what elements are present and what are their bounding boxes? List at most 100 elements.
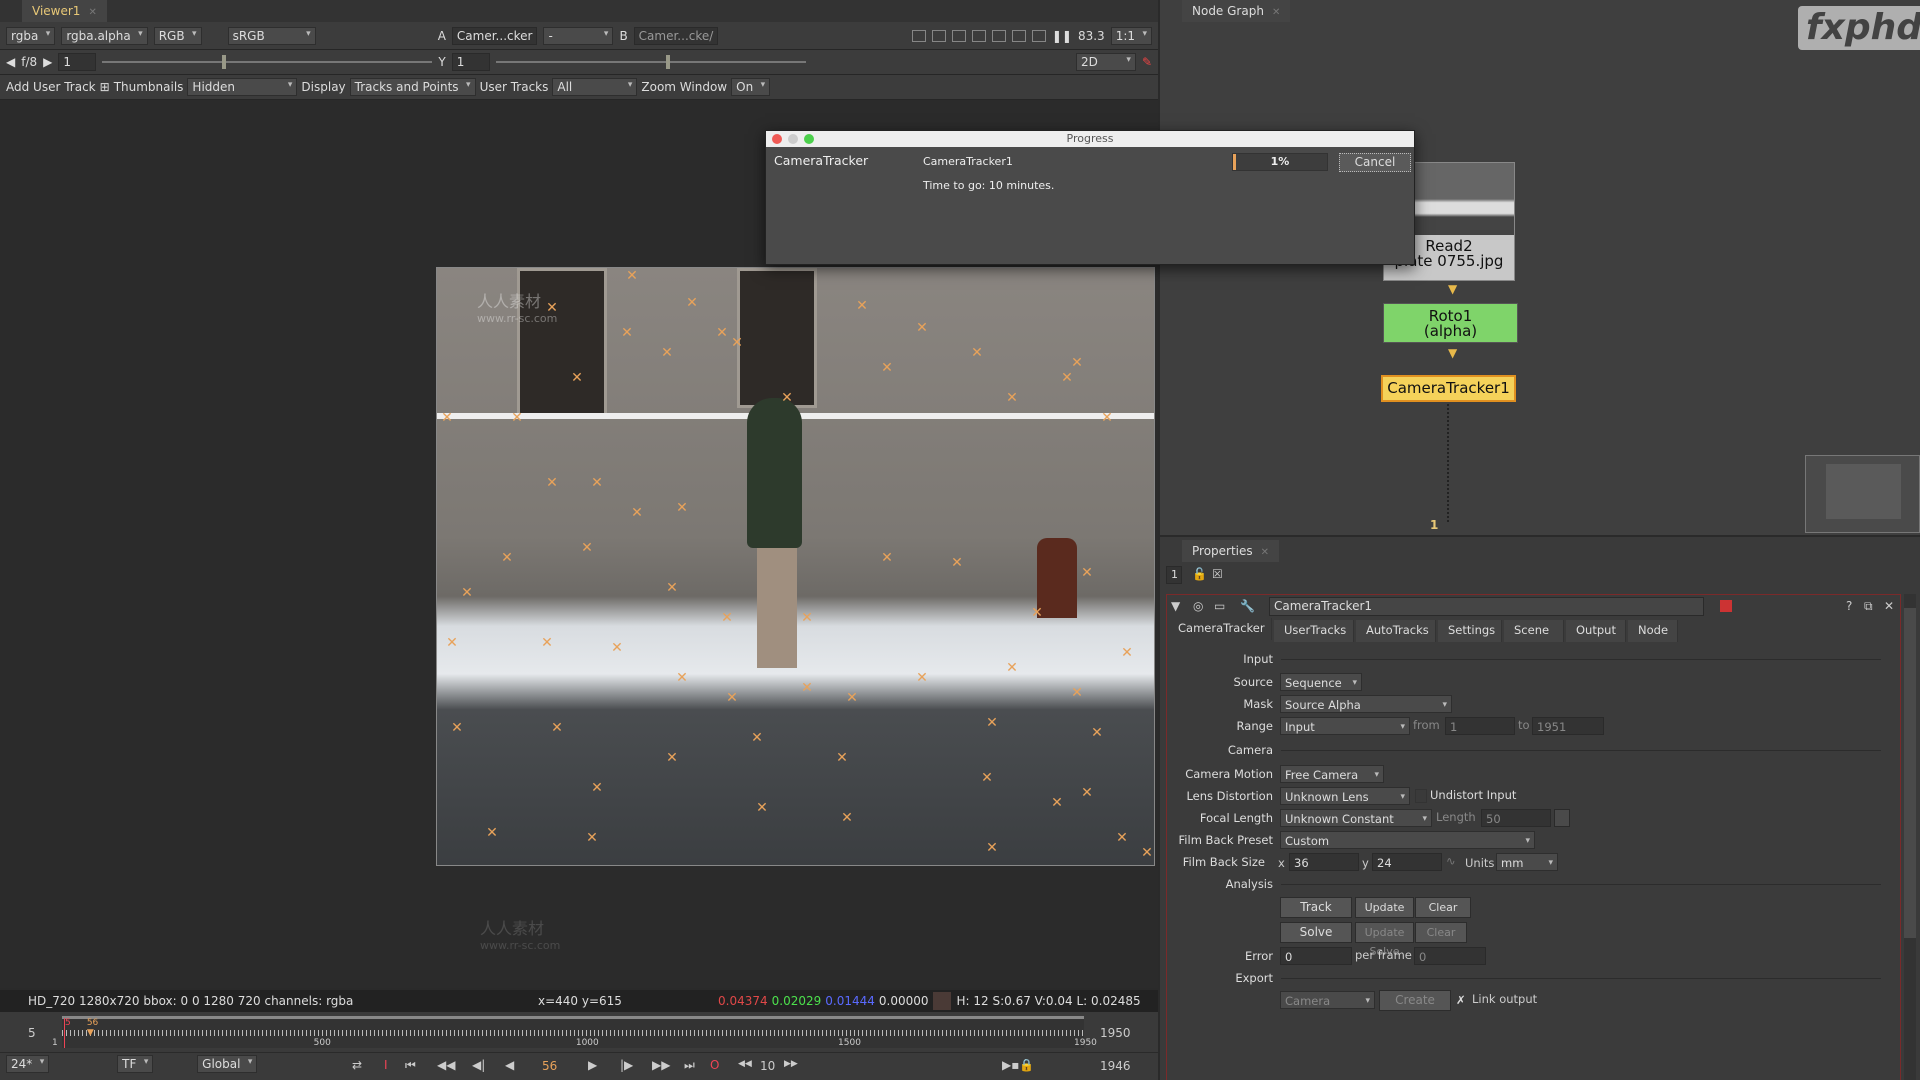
float-icon[interactable]: ⧉	[1864, 599, 1873, 614]
zoom-level[interactable]: 83.3	[1078, 29, 1105, 43]
track-marker[interactable]: ✕	[1031, 606, 1043, 620]
track-marker[interactable]: ✕	[1051, 796, 1063, 810]
track-marker[interactable]: ✕	[666, 581, 678, 595]
minimize-window-button[interactable]	[788, 134, 798, 144]
track-marker[interactable]: ✕	[551, 721, 563, 735]
track-marker[interactable]: ✕	[501, 551, 513, 565]
track-marker[interactable]: ✕	[1101, 411, 1113, 425]
camera-motion-dropdown[interactable]: Free Camera	[1280, 765, 1384, 783]
collapse-icon[interactable]: ▼	[1171, 599, 1180, 613]
clip-warning-icon[interactable]	[951, 29, 966, 42]
track-marker[interactable]: ✕	[856, 299, 868, 313]
clear-tracks-button[interactable]: Clear Tracks	[1415, 897, 1471, 933]
update-track-button[interactable]: Update Track	[1355, 897, 1414, 933]
prev-key-button[interactable]: ◀◀	[437, 1058, 455, 1072]
in-point-button[interactable]: I	[384, 1058, 388, 1072]
close-panel-icon[interactable]: ✕	[1884, 599, 1894, 613]
range-dropdown[interactable]: Input	[1280, 717, 1410, 735]
track-marker[interactable]: ✕	[916, 321, 928, 335]
tab-usertracks[interactable]: UserTracks	[1274, 620, 1354, 642]
track-marker[interactable]: ✕	[621, 326, 633, 340]
play-back-button[interactable]: ◀	[505, 1058, 514, 1072]
roi-icon[interactable]	[911, 29, 926, 42]
source-dropdown[interactable]: Sequence	[1280, 673, 1362, 691]
first-frame-button[interactable]: ⏮	[405, 1058, 416, 1073]
track-marker[interactable]: ✕	[726, 691, 738, 705]
track-marker[interactable]: ✕	[756, 801, 768, 815]
export-type-dropdown[interactable]: Camera	[1280, 991, 1375, 1009]
step-back-icon[interactable]: ◀◀	[738, 1059, 752, 1069]
track-marker[interactable]: ✕	[541, 636, 553, 650]
track-marker[interactable]: ✕	[446, 636, 458, 650]
clear-panels-icon[interactable]: ☒	[1212, 567, 1223, 581]
track-marker[interactable]: ✕	[1061, 371, 1073, 385]
track-marker[interactable]: ✕	[1071, 686, 1083, 700]
node-roto1[interactable]: Roto1 (alpha)	[1383, 303, 1518, 343]
track-marker[interactable]: ✕	[676, 501, 688, 515]
next-icon[interactable]: ▶	[43, 55, 52, 69]
gamma-slider[interactable]	[495, 55, 806, 69]
track-marker[interactable]: ✕	[971, 346, 983, 360]
track-marker[interactable]: ✕	[951, 556, 963, 570]
track-marker[interactable]: ✕	[981, 771, 993, 785]
color-dropdown[interactable]: RGB	[153, 26, 202, 45]
pause-icon[interactable]: ❚❚	[1052, 29, 1072, 43]
input-a-field[interactable]: Camer...cker	[451, 26, 538, 45]
next-key-button[interactable]: ▶▶	[652, 1058, 670, 1072]
track-marker[interactable]: ✕	[571, 371, 583, 385]
overlay-icon[interactable]	[971, 29, 986, 42]
track-marker[interactable]: ✕	[986, 841, 998, 855]
track-marker[interactable]: ✕	[451, 721, 463, 735]
loop-icon[interactable]: ⇄	[352, 1058, 362, 1072]
track-marker[interactable]: ✕	[511, 411, 523, 425]
track-marker[interactable]: ✕	[801, 611, 813, 625]
track-marker[interactable]: ✕	[486, 826, 498, 840]
track-button[interactable]: Track	[1280, 897, 1352, 918]
track-marker[interactable]: ✕	[801, 681, 813, 695]
zoom-window-dropdown[interactable]: On	[731, 78, 771, 96]
solve-button[interactable]: Solve	[1280, 922, 1352, 943]
tab-properties[interactable]: Properties ✕	[1182, 540, 1280, 562]
step-forward-icon[interactable]: ▶▶	[784, 1059, 798, 1069]
refresh-icon[interactable]	[1011, 29, 1026, 42]
update-solve-button[interactable]: Update Solve	[1355, 922, 1414, 958]
track-marker[interactable]: ✕	[881, 361, 893, 375]
track-marker[interactable]: ✕	[666, 751, 678, 765]
track-marker[interactable]: ✕	[1121, 646, 1133, 660]
focal-length-dropdown[interactable]: Unknown Constant	[1280, 809, 1432, 827]
track-marker[interactable]: ✕	[716, 326, 728, 340]
flipbook-icon[interactable]: ▶▪🔒	[1002, 1058, 1034, 1072]
help-icon[interactable]: ?	[1846, 599, 1852, 613]
node-name-field[interactable]: CameraTracker1	[1269, 597, 1704, 616]
maximize-window-button[interactable]	[804, 134, 814, 144]
safe-area-icon[interactable]	[931, 29, 946, 42]
navigator-minimap[interactable]	[1805, 455, 1920, 533]
tab-settings[interactable]: Settings	[1438, 620, 1502, 642]
track-marker[interactable]: ✕	[781, 391, 793, 405]
gain-field[interactable]: 1	[58, 53, 97, 71]
track-marker[interactable]: ✕	[1006, 391, 1018, 405]
track-marker[interactable]: ✕	[626, 269, 638, 283]
track-marker[interactable]: ✕	[1081, 566, 1093, 580]
play-button[interactable]: ▶	[588, 1058, 597, 1072]
track-marker[interactable]: ✕	[461, 586, 473, 600]
view-mode-dropdown[interactable]: 2D	[1075, 53, 1136, 71]
create-button[interactable]: Create	[1379, 990, 1451, 1011]
cancel-button[interactable]: Cancel	[1339, 153, 1411, 172]
node-color-button[interactable]	[1720, 600, 1732, 612]
display-dropdown[interactable]: Tracks and Points	[349, 78, 476, 96]
film-back-x-field[interactable]: 36	[1289, 853, 1359, 871]
timeline-track[interactable]: 5 56 ▼	[62, 1016, 1084, 1048]
track-marker[interactable]: ✕	[721, 611, 733, 625]
track-marker[interactable]: ✕	[1091, 726, 1103, 740]
track-marker[interactable]: ✕	[546, 301, 558, 315]
frame-field[interactable]: 56	[542, 1059, 557, 1073]
track-marker[interactable]: ✕	[611, 641, 623, 655]
lock-icon[interactable]: 🔓	[1192, 567, 1207, 581]
units-dropdown[interactable]: mm	[1496, 853, 1558, 871]
film-back-preset-dropdown[interactable]: Custom	[1280, 831, 1535, 849]
user-tracks-dropdown[interactable]: All	[552, 78, 638, 96]
track-marker[interactable]: ✕	[676, 671, 688, 685]
length-animation-button[interactable]	[1554, 809, 1570, 827]
input-b-field[interactable]: Camer...cke/	[633, 26, 719, 45]
